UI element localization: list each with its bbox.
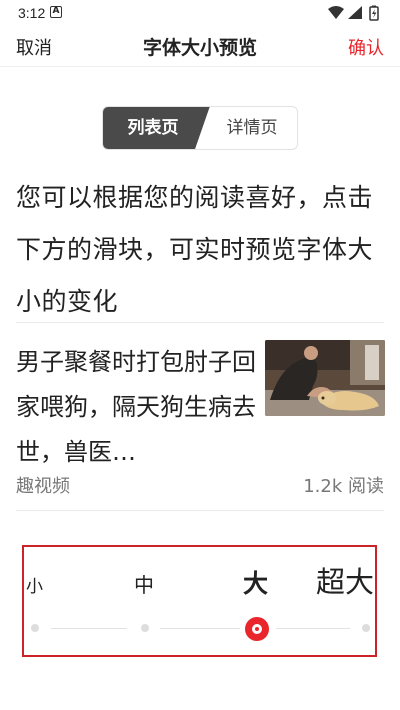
notification-icon: A: [50, 6, 62, 18]
news-source: 趣视频: [16, 476, 70, 497]
confirm-button[interactable]: 确认: [348, 34, 384, 60]
tab-list-page[interactable]: 列表页: [103, 107, 203, 149]
size-option-large[interactable]: 大: [243, 564, 268, 600]
size-option-medium[interactable]: 中: [134, 569, 154, 598]
news-title[interactable]: 男子聚餐时打包肘子回家喂狗，隔天狗生病去世，兽医…: [16, 340, 266, 475]
slider-knob-ring: [252, 624, 262, 634]
intro-text: 您可以根据您的阅读喜好，点击下方的滑块，可实时预览字体大小的变化: [16, 183, 374, 316]
man-and-dog-photo-icon: [265, 340, 385, 416]
slider-knob-center: [255, 627, 259, 631]
slider-stop-small[interactable]: [31, 624, 39, 632]
content-divider: [16, 322, 384, 323]
tab-detail-page[interactable]: 详情页: [207, 107, 297, 149]
slider-track-segment[interactable]: [160, 628, 240, 629]
status-icons: [328, 5, 379, 21]
slider-track-segment[interactable]: [276, 628, 350, 629]
slider-track-segment[interactable]: [51, 628, 127, 629]
size-option-extra-large[interactable]: 超大: [316, 559, 374, 601]
size-option-small[interactable]: 小: [26, 572, 43, 597]
page-title: 字体大小预览: [142, 37, 257, 59]
signal-icon: [348, 6, 362, 19]
slider-stop-extra-large[interactable]: [362, 624, 370, 632]
content-divider-bottom: [16, 510, 384, 511]
news-read-count: 1.2k 阅读: [303, 476, 384, 497]
slider-stop-medium[interactable]: [141, 624, 149, 632]
news-thumbnail[interactable]: [265, 340, 385, 416]
nav-divider: [0, 66, 400, 67]
battery-icon: [369, 5, 379, 21]
status-bar: 3:12 A: [0, 0, 400, 26]
slider-knob[interactable]: [245, 617, 269, 641]
font-size-slider-panel: 小 中 大 超大: [22, 545, 377, 657]
nav-bar: 取消 字体大小预览 确认: [0, 26, 400, 66]
page-type-tabs: 列表页 详情页: [102, 106, 298, 150]
wifi-icon: [328, 6, 344, 19]
status-time: 3:12: [18, 5, 46, 21]
